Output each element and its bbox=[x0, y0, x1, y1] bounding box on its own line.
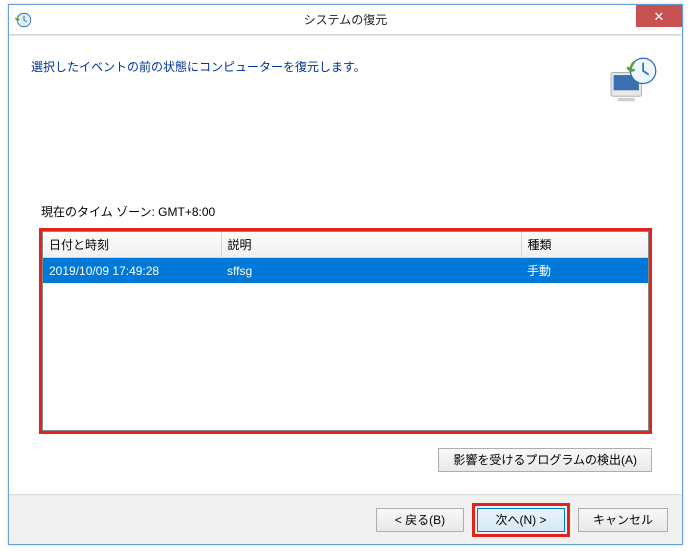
next-button[interactable]: 次へ(N) > bbox=[477, 508, 565, 532]
restore-points-highlight: 日付と時刻 説明 種類 2019/10/09 17:49:28 sffsg 手動 bbox=[39, 228, 652, 434]
col-header-description[interactable]: 説明 bbox=[221, 232, 521, 258]
restore-large-icon bbox=[606, 54, 660, 108]
table-row[interactable]: 2019/10/09 17:49:28 sffsg 手動 bbox=[43, 258, 648, 284]
back-button[interactable]: < 戻る(B) bbox=[376, 508, 464, 532]
dialog-footer: < 戻る(B) 次へ(N) > キャンセル bbox=[9, 494, 682, 544]
dialog-window: システムの復元 ✕ 選択したイベントの前の状態にコンピューターを復元します。 現… bbox=[8, 4, 683, 545]
next-button-highlight: 次へ(N) > bbox=[472, 503, 570, 537]
scan-affected-programs-button[interactable]: 影響を受けるプログラムの検出(A) bbox=[438, 448, 652, 472]
cell-datetime: 2019/10/09 17:49:28 bbox=[43, 258, 221, 284]
col-header-type[interactable]: 種類 bbox=[521, 232, 648, 258]
timezone-label: 現在のタイム ゾーン: GMT+8:00 bbox=[41, 203, 650, 220]
cancel-button[interactable]: キャンセル bbox=[578, 508, 668, 532]
title-bar: システムの復元 ✕ bbox=[9, 5, 682, 35]
page-heading: 選択したイベントの前の状態にコンピューターを復元します。 bbox=[31, 54, 594, 75]
content-area: 選択したイベントの前の状態にコンピューターを復元します。 現在のタイム ゾーン:… bbox=[9, 35, 682, 492]
close-icon: ✕ bbox=[654, 10, 665, 23]
window-title: システムの復元 bbox=[9, 11, 682, 28]
system-restore-icon bbox=[15, 11, 33, 29]
cell-type: 手動 bbox=[521, 258, 648, 284]
cell-description: sffsg bbox=[221, 258, 521, 284]
close-button[interactable]: ✕ bbox=[636, 5, 682, 27]
scan-button-row: 影響を受けるプログラムの検出(A) bbox=[9, 448, 652, 472]
restore-points-table-container: 日付と時刻 説明 種類 2019/10/09 17:49:28 sffsg 手動 bbox=[42, 231, 649, 431]
header-row: 選択したイベントの前の状態にコンピューターを復元します。 bbox=[9, 36, 682, 118]
restore-points-table[interactable]: 日付と時刻 説明 種類 2019/10/09 17:49:28 sffsg 手動 bbox=[43, 232, 648, 283]
table-header-row: 日付と時刻 説明 種類 bbox=[43, 232, 648, 258]
col-header-datetime[interactable]: 日付と時刻 bbox=[43, 232, 221, 258]
